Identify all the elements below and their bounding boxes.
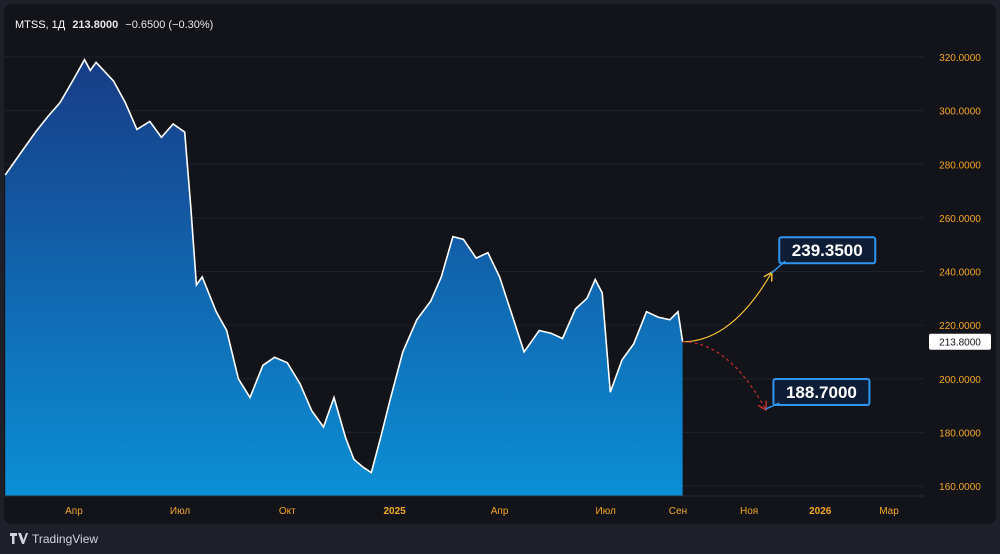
price-chart[interactable]: 320.0000 300.0000 280.0000 260.0000 240.0000…: [4, 4, 996, 524]
last-price-marker: 213.8000: [929, 333, 991, 350]
forecast-down-arrow: [682, 341, 766, 409]
x-tick-label: Ноя: [740, 506, 758, 517]
last-price-tag-label: 213.8000: [939, 338, 981, 349]
x-axis[interactable]: Апр Июл Окт 2025 Апр Июл Сен Ноя 2026 Мар: [65, 506, 899, 517]
branding[interactable]: TradingView: [10, 530, 98, 548]
y-tick-label: 220.0000: [939, 321, 981, 332]
y-tick-label: 200.0000: [939, 375, 981, 386]
x-tick-label: Сен: [669, 506, 687, 517]
price-change-label: −0.6500 (−0.30%): [125, 19, 214, 31]
y-tick-label: 320.0000: [939, 53, 981, 64]
x-tick-label: 2026: [809, 506, 832, 517]
y-tick-label: 300.0000: [939, 107, 981, 118]
y-tick-label: 160.0000: [939, 482, 981, 493]
forecast-layer: 239.3500 188.7000: [682, 236, 877, 409]
tradingview-logo-icon: [10, 533, 28, 544]
x-tick-label: Апр: [491, 506, 509, 517]
chart-panel[interactable]: 320.0000 300.0000 280.0000 260.0000 240.0000…: [4, 4, 996, 524]
y-tick-label: 280.0000: [939, 160, 981, 171]
x-tick-label: Июл: [596, 506, 616, 517]
brand-name: TradingView: [32, 532, 99, 546]
x-tick-label: Окт: [279, 506, 296, 517]
y-tick-label: 260.0000: [939, 214, 981, 225]
chart-window: 320.0000 300.0000 280.0000 260.0000 240.0000…: [0, 0, 1000, 554]
forecast-up-arrow: [682, 273, 772, 343]
forecast-label: 188.7000: [786, 383, 857, 402]
x-tick-label: Июл: [170, 506, 190, 517]
last-price-label: 213.8000: [72, 19, 119, 31]
x-tick-label: 2025: [383, 506, 406, 517]
x-tick-label: Апр: [65, 506, 83, 517]
forecast-label: 239.3500: [792, 241, 863, 260]
y-axis[interactable]: 320.0000 300.0000 280.0000 260.0000 240.0000…: [939, 53, 981, 493]
symbol-header: MTSS, 1Д 213.8000 −0.6500 (−0.30%): [15, 19, 213, 31]
symbol-label[interactable]: MTSS, 1Д: [15, 19, 65, 31]
x-tick-label: Мар: [879, 506, 899, 517]
y-tick-label: 180.0000: [939, 428, 981, 439]
y-tick-label: 240.0000: [939, 268, 981, 279]
